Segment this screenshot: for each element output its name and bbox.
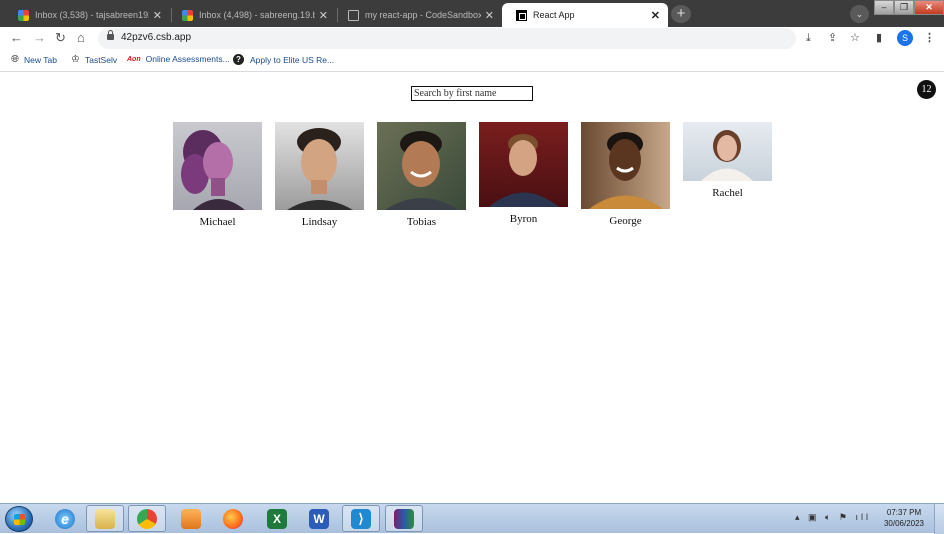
profile-avatar[interactable]: S: [897, 30, 913, 46]
tab-search-button[interactable]: ⌄: [850, 5, 869, 23]
forward-icon[interactable]: →: [33, 31, 46, 45]
close-icon[interactable]: ✕: [485, 9, 494, 22]
start-icon[interactable]: [5, 506, 33, 532]
tab-title: Inbox (4,498) - sabreeng.19.becl: [199, 10, 315, 20]
vscode-icon[interactable]: ⟩: [342, 505, 380, 532]
person-photo: [683, 122, 772, 181]
clock-time: 07:37 PM: [886, 508, 922, 517]
person-card[interactable]: Tobias: [377, 122, 466, 228]
person-name: Byron: [509, 213, 538, 225]
codesandbox-icon: [348, 9, 359, 21]
clock-date: 30/06/2023: [883, 519, 925, 528]
install-icon[interactable]: ⤓: [806, 31, 811, 45]
person-photo: [173, 122, 262, 210]
new-tab-button[interactable]: +: [671, 5, 691, 23]
tab-inbox-1[interactable]: Inbox (3,538) - tajsabreen1920@ ✕: [4, 3, 170, 27]
result-count-badge: 12: [917, 80, 936, 99]
person-name: George: [609, 215, 642, 227]
excel-icon[interactable]: X: [258, 505, 296, 532]
tab-react-app[interactable]: React App ✕: [502, 3, 668, 27]
bookmark-online-assessments[interactable]: Aon Online Assessments...: [127, 54, 230, 64]
side-panel-icon[interactable]: ▮: [876, 31, 882, 45]
media-player-icon[interactable]: [172, 505, 210, 532]
person-photo: [275, 122, 364, 210]
taskbar: e X W ⟩ ▴ ▣ 🔈︎ ⚑ ıll 07:37 PM 30/06/2023: [0, 503, 944, 534]
person-name: Michael: [199, 216, 236, 228]
person-card[interactable]: Rachel: [683, 122, 772, 199]
winrar-icon[interactable]: [385, 505, 423, 532]
gmail-icon: [182, 9, 193, 21]
back-icon[interactable]: ←: [10, 31, 23, 45]
show-desktop-button[interactable]: [934, 504, 944, 534]
tab-title: my react-app - CodeSandbox: [365, 10, 481, 20]
maximize-button[interactable]: ❐: [894, 0, 914, 15]
firefox-icon[interactable]: [214, 505, 252, 532]
address-bar[interactable]: 42pzv6.csb.app: [98, 28, 796, 49]
person-photo: [479, 122, 568, 207]
window-controls: – ❐ ✕: [874, 0, 944, 16]
tab-title: Inbox (3,538) - tajsabreen1920@: [35, 10, 149, 20]
home-icon[interactable]: ⌂: [77, 31, 85, 45]
bookmark-apply-elite[interactable]: ? Apply to Elite US Re...: [233, 54, 334, 65]
bookmarks-bar: 🌐︎ New Tab ♔ TastSelv Aon Online Assessm…: [0, 50, 944, 72]
person-card[interactable]: Michael: [173, 122, 262, 228]
bookmark-star-icon[interactable]: ☆: [850, 31, 860, 45]
plus-icon: +: [676, 5, 686, 22]
system-tray[interactable]: ▴ ▣ 🔈︎ ⚑ ıll: [795, 512, 871, 523]
share-icon[interactable]: ⇪: [828, 31, 837, 45]
tab-strip: Inbox (3,538) - tajsabreen1920@ ✕ Inbox …: [0, 0, 944, 27]
clock[interactable]: 07:37 PM 30/06/2023: [880, 507, 928, 529]
bookmark-label: TastSelv: [84, 54, 118, 65]
person-name: Tobias: [406, 216, 437, 228]
person-photo: [377, 122, 466, 210]
explorer-icon[interactable]: [86, 505, 124, 532]
chevron-down-icon: ⌄: [855, 9, 864, 19]
menu-icon[interactable]: ⋮: [924, 31, 935, 45]
bookmark-label: Apply to Elite US Re...: [250, 54, 335, 65]
gmail-icon: [18, 9, 29, 21]
browser-toolbar: ← → ↻ ⌂ 42pzv6.csb.app ⤓ ⇪ ☆ ▮ S ⋮: [0, 27, 944, 50]
search-input[interactable]: [411, 86, 533, 101]
bookmark-label: Online Assessments...: [145, 54, 230, 64]
person-card[interactable]: Byron: [479, 122, 568, 225]
globe-icon: 🌐︎: [11, 54, 19, 65]
react-app-page: 12 Michael Lindsay: [0, 73, 944, 503]
bookmark-new-tab[interactable]: 🌐︎ New Tab: [11, 54, 57, 65]
tab-title: React App: [533, 10, 575, 20]
crown-icon: ♔: [71, 54, 80, 65]
reload-icon[interactable]: ↻: [55, 31, 66, 45]
close-icon[interactable]: ✕: [319, 9, 328, 22]
url-text[interactable]: 42pzv6.csb.app: [121, 32, 191, 43]
chrome-icon[interactable]: [128, 505, 166, 532]
person-card[interactable]: Lindsay: [275, 122, 364, 228]
close-window-button[interactable]: ✕: [914, 0, 944, 15]
question-icon: ?: [233, 54, 244, 65]
person-name: Rachel: [712, 187, 743, 199]
tab-codesandbox[interactable]: my react-app - CodeSandbox ✕: [334, 3, 502, 27]
close-icon[interactable]: ✕: [153, 9, 162, 22]
person-photo: [581, 122, 670, 209]
close-icon[interactable]: ✕: [651, 9, 660, 22]
word-icon[interactable]: W: [300, 505, 338, 532]
person-card[interactable]: George: [581, 122, 670, 227]
ie-icon[interactable]: e: [46, 505, 84, 532]
react-app-icon: [516, 9, 527, 21]
person-name: Lindsay: [301, 216, 338, 228]
tab-inbox-2[interactable]: Inbox (4,498) - sabreeng.19.becl ✕: [168, 3, 336, 27]
bookmark-label: New Tab: [24, 54, 57, 65]
minimize-button[interactable]: –: [874, 0, 894, 15]
bookmark-tastselv[interactable]: ♔ TastSelv: [71, 54, 117, 65]
aon-icon: Aon: [127, 55, 141, 63]
lock-icon[interactable]: [107, 30, 114, 40]
